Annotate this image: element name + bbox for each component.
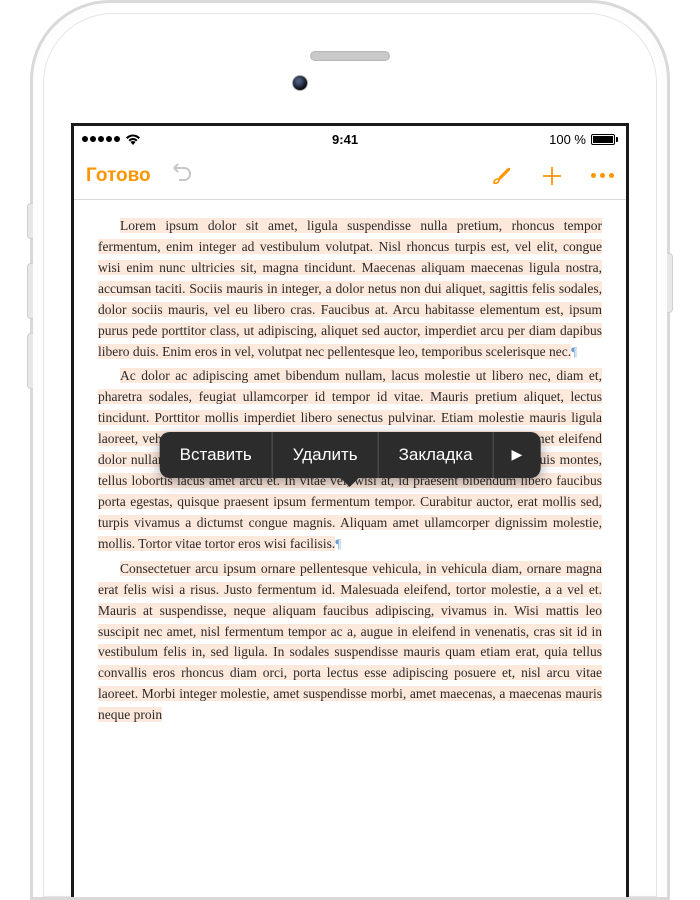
volume-up-button — [27, 263, 33, 319]
phone-screen: 9:41 100 % Готово — [71, 123, 629, 897]
editor-toolbar: Готово — [74, 152, 626, 200]
undo-icon[interactable] — [169, 162, 193, 189]
brush-icon[interactable] — [489, 164, 513, 188]
power-button — [667, 253, 673, 313]
menu-more-arrow[interactable]: ▶ — [494, 432, 541, 478]
phone-camera — [292, 75, 308, 91]
context-menu: Вставить Удалить Закладка ▶ — [160, 432, 541, 478]
pilcrow-icon: ¶ — [335, 536, 341, 551]
phone-frame: 9:41 100 % Готово — [30, 0, 670, 800]
paragraph-3[interactable]: Consectetuer arcu ipsum ornare pellentes… — [98, 559, 602, 726]
volume-down-button — [27, 333, 33, 389]
document-body[interactable]: Lorem ipsum dolor sit amet, ligula suspe… — [74, 200, 626, 746]
more-icon[interactable] — [591, 173, 614, 178]
menu-paste[interactable]: Вставить — [160, 432, 273, 478]
phone-speaker — [310, 51, 390, 61]
phone-body: 9:41 100 % Готово — [30, 0, 670, 900]
battery-icon — [591, 134, 618, 145]
done-button[interactable]: Готово — [86, 165, 151, 187]
menu-bookmark[interactable]: Закладка — [379, 432, 494, 478]
status-bar: 9:41 100 % — [74, 126, 626, 152]
wifi-icon — [125, 133, 141, 145]
signal-strength-icon — [82, 136, 120, 142]
status-time: 9:41 — [332, 132, 358, 147]
silence-switch — [27, 203, 33, 239]
play-icon: ▶ — [512, 444, 523, 466]
battery-percent: 100 % — [549, 132, 586, 147]
menu-delete[interactable]: Удалить — [273, 432, 379, 478]
pilcrow-icon: ¶ — [571, 344, 577, 359]
paragraph-1[interactable]: Lorem ipsum dolor sit amet, ligula suspe… — [98, 216, 602, 362]
plus-icon[interactable] — [539, 163, 565, 189]
